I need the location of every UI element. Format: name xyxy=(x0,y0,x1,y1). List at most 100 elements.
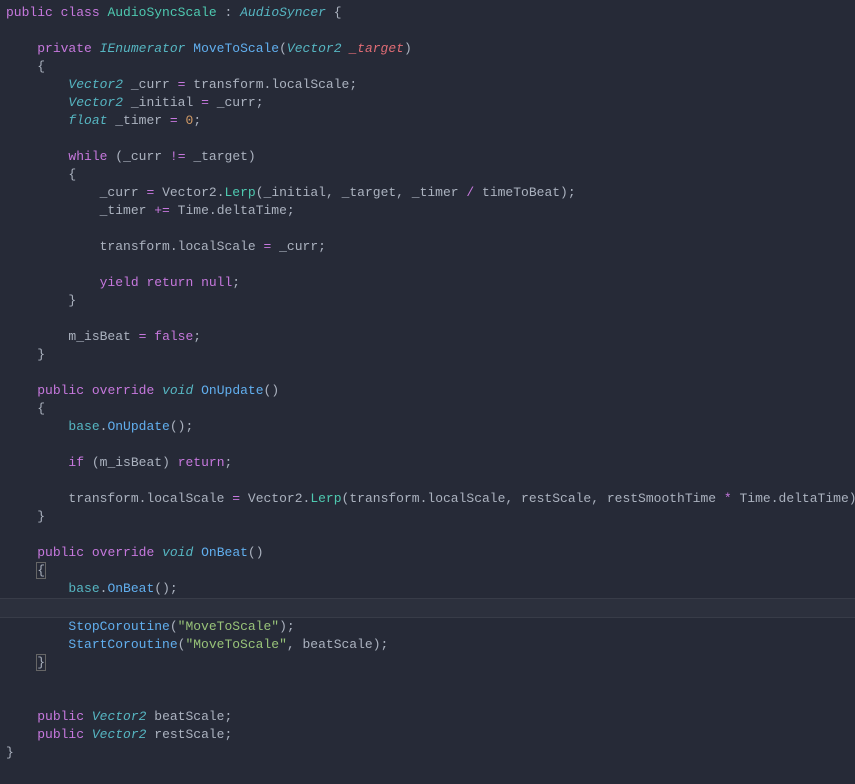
code-line[interactable]: StartCoroutine("MoveToScale", beatScale)… xyxy=(6,636,849,654)
type-ref: Vector2 xyxy=(248,491,303,506)
property: deltaTime xyxy=(217,203,287,218)
code-line[interactable]: base.OnBeat(); xyxy=(6,580,849,598)
method-call: Lerp xyxy=(310,491,341,506)
method-name: OnUpdate xyxy=(201,383,263,398)
code-line-active[interactable] xyxy=(0,598,855,618)
code-line[interactable] xyxy=(6,672,849,690)
identifier: _timer xyxy=(412,185,459,200)
code-line[interactable]: while (_curr != _target) xyxy=(6,148,849,166)
code-line[interactable]: { xyxy=(6,166,849,184)
keyword-null: null xyxy=(201,275,232,290)
field-type: Vector2 xyxy=(92,727,147,742)
code-line[interactable]: StopCoroutine("MoveToScale"); xyxy=(6,618,849,636)
identifier: _initial xyxy=(264,185,326,200)
property: localScale xyxy=(271,77,349,92)
base-class: AudioSyncer xyxy=(240,5,326,20)
type-ref: Time xyxy=(178,203,209,218)
code-line[interactable]: transform.localScale = Vector2.Lerp(tran… xyxy=(6,490,849,508)
identifier: timeToBeat xyxy=(482,185,560,200)
keyword-public: public xyxy=(37,709,84,724)
code-line[interactable]: public class AudioSyncScale : AudioSynce… xyxy=(6,4,849,22)
keyword-base: base xyxy=(68,419,99,434)
code-line[interactable] xyxy=(6,22,849,40)
code-line[interactable] xyxy=(6,526,849,544)
code-line[interactable]: base.OnUpdate(); xyxy=(6,418,849,436)
method-name: MoveToScale xyxy=(193,41,279,56)
method-name: OnBeat xyxy=(201,545,248,560)
code-line[interactable] xyxy=(6,130,849,148)
type-ref: Vector2 xyxy=(162,185,217,200)
property: localScale xyxy=(178,239,256,254)
identifier: _curr xyxy=(100,185,139,200)
identifier: transform xyxy=(193,77,263,92)
identifier: _timer xyxy=(100,203,147,218)
operator: != xyxy=(170,149,186,164)
code-line[interactable]: Vector2 _initial = _curr; xyxy=(6,94,849,112)
code-line[interactable]: public Vector2 restScale; xyxy=(6,726,849,744)
var-name: _initial xyxy=(131,95,193,110)
code-editor[interactable]: public class AudioSyncScale : AudioSynce… xyxy=(0,0,855,766)
identifier: _target xyxy=(193,149,248,164)
keyword-class: class xyxy=(61,5,100,20)
keyword-public: public xyxy=(6,5,53,20)
code-line[interactable]: { xyxy=(6,400,849,418)
identifier: restScale xyxy=(521,491,591,506)
code-line[interactable]: transform.localScale = _curr; xyxy=(6,238,849,256)
param-type: Vector2 xyxy=(287,41,342,56)
method-call: StartCoroutine xyxy=(68,637,177,652)
code-line[interactable]: yield return null; xyxy=(6,274,849,292)
operator: / xyxy=(466,185,474,200)
code-line[interactable]: public override void OnBeat() xyxy=(6,544,849,562)
code-line[interactable]: public Vector2 beatScale; xyxy=(6,708,849,726)
code-line[interactable]: private IEnumerator MoveToScale(Vector2 … xyxy=(6,40,849,58)
code-line[interactable]: } xyxy=(6,508,849,526)
code-line[interactable] xyxy=(6,256,849,274)
property: localScale xyxy=(146,491,224,506)
keyword-public: public xyxy=(37,383,84,398)
string-literal: "MoveToScale" xyxy=(178,619,279,634)
identifier: m_isBeat xyxy=(100,455,162,470)
code-line[interactable]: if (m_isBeat) return; xyxy=(6,454,849,472)
keyword-if: if xyxy=(68,455,84,470)
identifier: restSmoothTime xyxy=(607,491,716,506)
operator: += xyxy=(154,203,170,218)
code-line[interactable]: _timer += Time.deltaTime; xyxy=(6,202,849,220)
code-line[interactable]: float _timer = 0; xyxy=(6,112,849,130)
code-line[interactable]: m_isBeat = false; xyxy=(6,328,849,346)
code-line[interactable] xyxy=(6,310,849,328)
identifier: m_isBeat xyxy=(68,329,130,344)
field-name: beatScale xyxy=(154,709,224,724)
keyword-base: base xyxy=(68,581,99,596)
operator: * xyxy=(724,491,732,506)
method-call: Lerp xyxy=(225,185,256,200)
code-line[interactable]: { xyxy=(6,58,849,76)
identifier: _target xyxy=(342,185,397,200)
code-line[interactable]: public override void OnUpdate() xyxy=(6,382,849,400)
return-type: IEnumerator xyxy=(100,41,186,56)
code-line[interactable] xyxy=(6,690,849,708)
property: deltaTime xyxy=(779,491,849,506)
code-line[interactable] xyxy=(6,472,849,490)
code-line[interactable]: Vector2 _curr = transform.localScale; xyxy=(6,76,849,94)
keyword-override: override xyxy=(92,545,154,560)
code-line[interactable]: } xyxy=(6,292,849,310)
code-line[interactable] xyxy=(6,364,849,382)
var-name: _timer xyxy=(115,113,162,128)
brace-match: } xyxy=(36,654,46,671)
code-line[interactable]: } xyxy=(6,346,849,364)
keyword-yield: yield xyxy=(100,275,139,290)
code-line[interactable]: } xyxy=(6,654,849,672)
code-line[interactable]: { xyxy=(6,562,849,580)
return-type: void xyxy=(162,545,193,560)
keyword-public: public xyxy=(37,545,84,560)
keyword-while: while xyxy=(68,149,107,164)
identifier: transform xyxy=(100,239,170,254)
keyword-override: override xyxy=(92,383,154,398)
keyword-private: private xyxy=(37,41,92,56)
code-line[interactable]: _curr = Vector2.Lerp(_initial, _target, … xyxy=(6,184,849,202)
code-line[interactable]: } xyxy=(6,744,849,762)
code-line[interactable] xyxy=(6,436,849,454)
code-line[interactable] xyxy=(6,220,849,238)
identifier: transform xyxy=(68,491,138,506)
identifier: _curr xyxy=(217,95,256,110)
